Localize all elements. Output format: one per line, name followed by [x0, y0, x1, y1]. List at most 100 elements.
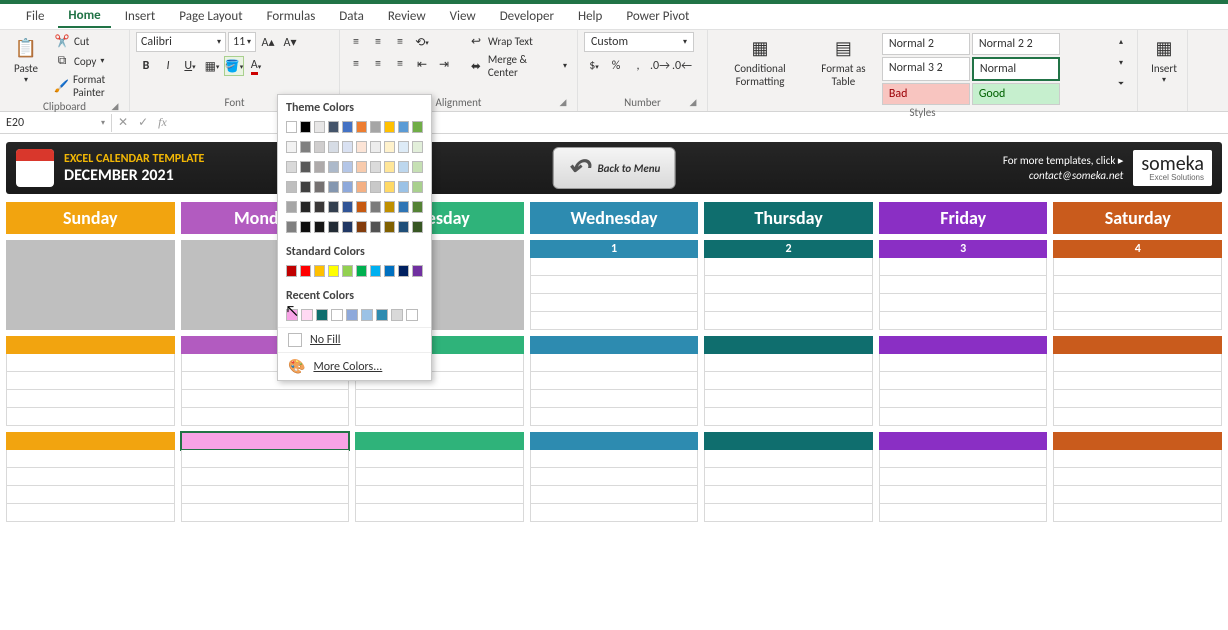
name-box[interactable]: E20▾ — [0, 114, 112, 132]
align-center-button[interactable]: ≡ — [368, 54, 388, 74]
color-swatch[interactable] — [376, 309, 388, 321]
fill-color-button[interactable]: 🪣▾ — [224, 56, 244, 76]
tab-review[interactable]: Review — [378, 6, 436, 27]
color-swatch[interactable] — [301, 309, 313, 321]
calendar-day-cell[interactable]: 3 — [879, 240, 1048, 330]
color-swatch[interactable] — [328, 201, 339, 213]
calendar-day-cell[interactable] — [355, 432, 524, 522]
number-launcher[interactable]: ◢ — [687, 97, 699, 109]
color-swatch[interactable] — [328, 181, 339, 193]
percent-format-button[interactable]: % — [606, 56, 626, 76]
more-templates-link[interactable]: For more templates, click ▸ — [1003, 154, 1124, 167]
increase-decimal-button[interactable]: .0→ — [650, 56, 670, 76]
calendar-day-cell[interactable] — [879, 432, 1048, 522]
color-swatch[interactable] — [384, 265, 395, 277]
color-swatch[interactable] — [314, 181, 325, 193]
color-swatch[interactable] — [342, 121, 353, 133]
worksheet[interactable]: EXCEL CALENDAR TEMPLATE DECEMBER 2021 ↶ … — [0, 134, 1228, 522]
color-swatch[interactable] — [300, 181, 311, 193]
align-right-button[interactable]: ≡ — [390, 54, 410, 74]
color-swatch[interactable] — [412, 265, 423, 277]
align-left-button[interactable]: ≡ — [346, 54, 366, 74]
alignment-launcher[interactable]: ◢ — [557, 97, 569, 109]
more-colors-option[interactable]: 🎨More Colors... — [278, 352, 431, 380]
color-swatch[interactable] — [356, 221, 367, 233]
color-swatch[interactable] — [384, 201, 395, 213]
color-swatch[interactable] — [398, 201, 409, 213]
align-middle-button[interactable]: ≡ — [368, 32, 388, 52]
color-swatch[interactable] — [384, 161, 395, 173]
color-swatch[interactable] — [300, 201, 311, 213]
color-swatch[interactable] — [286, 141, 297, 153]
color-swatch[interactable] — [300, 265, 311, 277]
color-swatch[interactable] — [314, 161, 325, 173]
tab-insert[interactable]: Insert — [115, 6, 166, 27]
color-swatch[interactable] — [342, 221, 353, 233]
paste-button[interactable]: 📋 Paste▾ — [6, 32, 46, 87]
color-swatch[interactable] — [356, 201, 367, 213]
color-swatch[interactable] — [300, 161, 311, 173]
calendar-day-cell[interactable] — [530, 336, 699, 426]
bold-button[interactable]: B — [136, 56, 156, 76]
increase-indent-button[interactable]: ⇥ — [434, 54, 454, 74]
color-swatch[interactable] — [391, 309, 403, 321]
calendar-day-cell[interactable] — [6, 336, 175, 426]
calendar-day-cell[interactable] — [530, 432, 699, 522]
tab-data[interactable]: Data — [329, 6, 374, 27]
tab-developer[interactable]: Developer — [490, 6, 564, 27]
conditional-formatting-button[interactable]: ▦Conditional Formatting — [714, 32, 806, 90]
color-swatch[interactable] — [384, 121, 395, 133]
font-size-select[interactable]: 11 ▾ — [228, 32, 256, 52]
decrease-font-button[interactable]: A▾ — [280, 32, 300, 52]
color-swatch[interactable] — [314, 141, 325, 153]
back-to-menu-button[interactable]: ↶ Back to Menu — [553, 147, 676, 189]
color-swatch[interactable] — [412, 161, 423, 173]
color-swatch[interactable] — [328, 121, 339, 133]
color-swatch[interactable] — [398, 181, 409, 193]
color-swatch[interactable] — [361, 309, 373, 321]
number-format-select[interactable]: Custom▾ — [584, 32, 694, 52]
color-swatch[interactable] — [286, 161, 297, 173]
decrease-indent-button[interactable]: ⇤ — [412, 54, 432, 74]
tab-formulas[interactable]: Formulas — [257, 6, 326, 27]
color-swatch[interactable] — [328, 161, 339, 173]
clipboard-launcher[interactable]: ◢ — [109, 101, 121, 113]
color-swatch[interactable] — [286, 121, 297, 133]
font-name-select[interactable]: Calibri ▾ — [136, 32, 226, 52]
color-swatch[interactable] — [286, 201, 297, 213]
cell-style-option[interactable]: Normal 2 — [882, 33, 970, 55]
calendar-day-cell[interactable]: 2 — [704, 240, 873, 330]
italic-button[interactable]: I — [158, 56, 178, 76]
color-swatch[interactable] — [398, 161, 409, 173]
color-swatch[interactable] — [286, 265, 297, 277]
color-swatch[interactable] — [356, 181, 367, 193]
color-swatch[interactable] — [398, 265, 409, 277]
tab-help[interactable]: Help — [568, 6, 612, 27]
color-swatch[interactable] — [286, 309, 298, 321]
color-swatch[interactable] — [370, 221, 381, 233]
fx-icon[interactable]: fx — [158, 115, 167, 130]
color-swatch[interactable] — [412, 181, 423, 193]
calendar-day-cell[interactable] — [1053, 432, 1222, 522]
color-swatch[interactable] — [342, 265, 353, 277]
decrease-decimal-button[interactable]: .0← — [672, 56, 692, 76]
increase-font-button[interactable]: A▴ — [258, 32, 278, 52]
tab-power-pivot[interactable]: Power Pivot — [616, 6, 699, 27]
no-fill-option[interactable]: No Fill — [278, 327, 431, 352]
calendar-day-cell[interactable] — [6, 432, 175, 522]
color-swatch[interactable] — [412, 201, 423, 213]
color-swatch[interactable] — [300, 141, 311, 153]
align-top-button[interactable]: ≡ — [346, 32, 366, 52]
color-swatch[interactable] — [286, 181, 297, 193]
color-swatch[interactable] — [314, 201, 325, 213]
cut-button[interactable]: ✂️Cut — [50, 32, 123, 50]
color-swatch[interactable] — [300, 221, 311, 233]
insert-cells-button[interactable]: ▦Insert▾ — [1144, 32, 1184, 87]
cancel-formula-icon[interactable]: ✕ — [118, 115, 128, 130]
color-swatch[interactable] — [342, 181, 353, 193]
color-swatch[interactable] — [412, 141, 423, 153]
calendar-day-cell[interactable]: 1 — [530, 240, 699, 330]
color-swatch[interactable] — [412, 221, 423, 233]
cell-styles-gallery[interactable]: Normal 2Normal 2 2Normal 3 2NormalBadGoo… — [881, 32, 1107, 106]
color-swatch[interactable] — [356, 265, 367, 277]
